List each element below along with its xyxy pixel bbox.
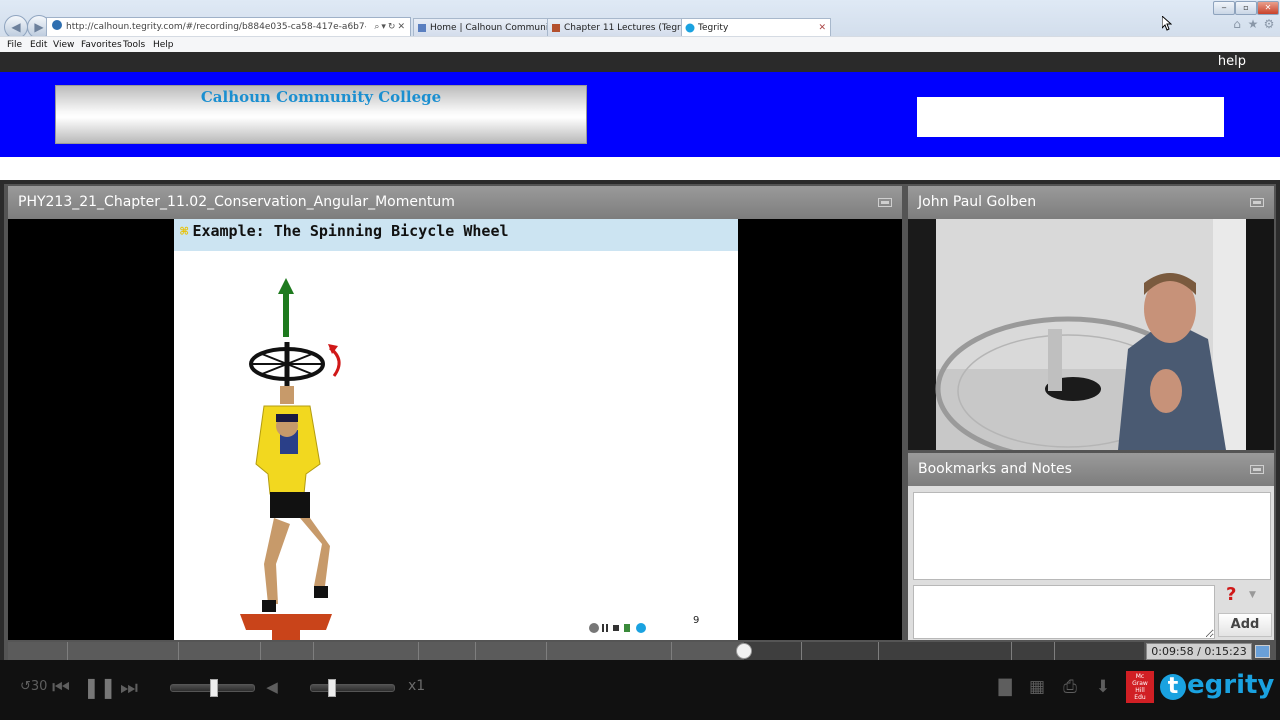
- speaker-name: John Paul Golben: [918, 194, 1037, 210]
- timeline-bar[interactable]: [8, 641, 1144, 660]
- chapter-marker: [418, 642, 419, 660]
- tab-label: Chapter 11 Lectures (Tegrity) -...: [564, 23, 695, 33]
- notes-title-bar: Bookmarks and Notes: [908, 453, 1274, 486]
- tab-home-calhoun[interactable]: Home | Calhoun Community ...: [413, 18, 559, 38]
- chapter-marker: [671, 642, 672, 660]
- slide-title-row: ⌘ Example: The Spinning Bicycle Wheel: [180, 222, 509, 240]
- chapter-marker: [67, 642, 68, 660]
- site-top-bar: help: [0, 52, 1280, 72]
- tab-chapter-lectures[interactable]: Chapter 11 Lectures (Tegrity) -...: [547, 18, 695, 38]
- recording-title-bar: PHY213_21_Chapter_11.02_Conservation_Ang…: [8, 186, 902, 219]
- bookmarks-list[interactable]: [913, 492, 1271, 580]
- search-input[interactable]: [917, 97, 1224, 137]
- rewind-30-icon[interactable]: ↺30: [20, 676, 47, 698]
- menu-edit[interactable]: Edit: [30, 37, 47, 53]
- lecture-slide: ⌘ Example: The Spinning Bicycle Wheel 9: [174, 219, 738, 640]
- download-icon[interactable]: ⬇: [1092, 676, 1114, 698]
- tab-close-icon[interactable]: ✕: [818, 19, 826, 37]
- speaker-video-panel[interactable]: [908, 219, 1274, 450]
- grid-icon[interactable]: ▦: [1026, 676, 1048, 698]
- college-banner: Calhoun Community College: [55, 85, 587, 144]
- help-question-icon[interactable]: ?: [1226, 584, 1236, 605]
- speed-slider-thumb[interactable]: [210, 679, 218, 697]
- speaker-video-frame: [908, 219, 1274, 450]
- mcgraw-hill-logo: Mc Graw Hill Edu: [1126, 671, 1154, 703]
- slide-playback-icons: [588, 622, 648, 634]
- mouse-cursor-icon: [1162, 16, 1172, 31]
- notes-title: Bookmarks and Notes: [918, 461, 1072, 477]
- pause-button[interactable]: ❚❚: [83, 676, 117, 698]
- comment-icon[interactable]: ▇: [994, 676, 1016, 698]
- menu-file[interactable]: File: [7, 37, 22, 53]
- bicycle-wheel-illustration: [240, 278, 341, 640]
- screen-layout-icon[interactable]: [1255, 645, 1270, 658]
- menu-bar: File Edit View Favorites Tools Help: [0, 36, 1280, 53]
- tab-tegrity[interactable]: Tegrity ✕: [681, 18, 831, 38]
- maximize-button[interactable]: ▫: [1235, 1, 1257, 15]
- address-bar[interactable]: http://calhoun.tegrity.com/#/recording/b…: [46, 17, 411, 37]
- chapter-marker: [313, 642, 314, 660]
- bicycle-wheel: [249, 342, 325, 386]
- menu-tools[interactable]: Tools: [123, 37, 145, 53]
- slide-header: ⌘ Example: The Spinning Bicycle Wheel: [174, 219, 738, 251]
- slide-page-number: 9: [693, 615, 700, 626]
- home-icon[interactable]: ⌂: [1230, 17, 1244, 31]
- slide-bullet-icon: ⌘: [180, 224, 189, 240]
- chapter-marker: [260, 642, 261, 660]
- timeline-progress: [8, 642, 744, 660]
- slide-controls-icon: [589, 623, 646, 633]
- maximize-panel-icon[interactable]: [1250, 465, 1264, 474]
- address-actions-icon[interactable]: ⌕▾↻✕: [374, 18, 407, 36]
- previous-icon[interactable]: ⏮: [50, 676, 72, 698]
- chapter-marker: [178, 642, 179, 660]
- minimize-button[interactable]: ‒: [1213, 1, 1235, 15]
- chapter-marker: [878, 642, 879, 660]
- chapter-marker: [475, 642, 476, 660]
- menu-favorites[interactable]: Favorites: [81, 37, 122, 53]
- note-input[interactable]: [913, 585, 1215, 639]
- chapter-marker: [801, 642, 802, 660]
- next-icon[interactable]: ⏭: [118, 676, 140, 698]
- close-window-button[interactable]: ✕: [1257, 1, 1279, 15]
- speaker-title-bar: John Paul Golben: [908, 186, 1274, 219]
- menu-help[interactable]: Help: [153, 37, 174, 53]
- college-name: Calhoun Community College: [200, 88, 442, 106]
- tegrity-favicon-icon: [685, 23, 695, 33]
- arrow-head-icon: [278, 278, 294, 294]
- volume-slider-thumb[interactable]: [328, 679, 336, 697]
- add-note-button[interactable]: Add: [1218, 613, 1272, 637]
- volume-icon[interactable]: ◀: [264, 676, 280, 698]
- timeline-scrubber[interactable]: [736, 643, 752, 659]
- recording-title: PHY213_21_Chapter_11.02_Conservation_Ang…: [18, 194, 455, 210]
- rider-figure: [255, 386, 330, 612]
- print-icon[interactable]: ⎙: [1059, 676, 1081, 698]
- playback-rate-label[interactable]: x1: [408, 678, 425, 694]
- wheel-axle: [1048, 329, 1062, 391]
- tab-favicon-icon: [552, 24, 560, 32]
- tab-label: Home | Calhoun Community ...: [430, 23, 559, 33]
- turntable: [240, 614, 332, 630]
- settings-gear-icon[interactable]: ⚙: [1262, 17, 1276, 31]
- tegrity-logo: t egrity: [1160, 670, 1274, 700]
- angular-momentum-arrow: [283, 292, 289, 337]
- maximize-panel-icon[interactable]: [878, 198, 892, 207]
- maximize-panel-icon[interactable]: [1250, 198, 1264, 207]
- help-link[interactable]: help: [1218, 52, 1246, 72]
- chapter-marker: [546, 642, 547, 660]
- favorites-star-icon[interactable]: ★: [1246, 17, 1260, 31]
- time-display: 0:09:58 / 0:15:23: [1146, 643, 1252, 660]
- chevron-down-icon[interactable]: ▼: [1249, 590, 1256, 600]
- chapter-marker: [1011, 642, 1012, 660]
- chapter-marker: [1054, 642, 1055, 660]
- page-favicon-icon: [52, 20, 62, 30]
- volume-slider[interactable]: [310, 684, 395, 692]
- menu-view[interactable]: View: [53, 37, 74, 53]
- tab-favicon-icon: [418, 24, 426, 32]
- slide-title: Example: The Spinning Bicycle Wheel: [192, 222, 509, 240]
- address-url: http://calhoun.tegrity.com/#/recording/b…: [66, 22, 366, 32]
- tab-label: Tegrity: [698, 23, 729, 33]
